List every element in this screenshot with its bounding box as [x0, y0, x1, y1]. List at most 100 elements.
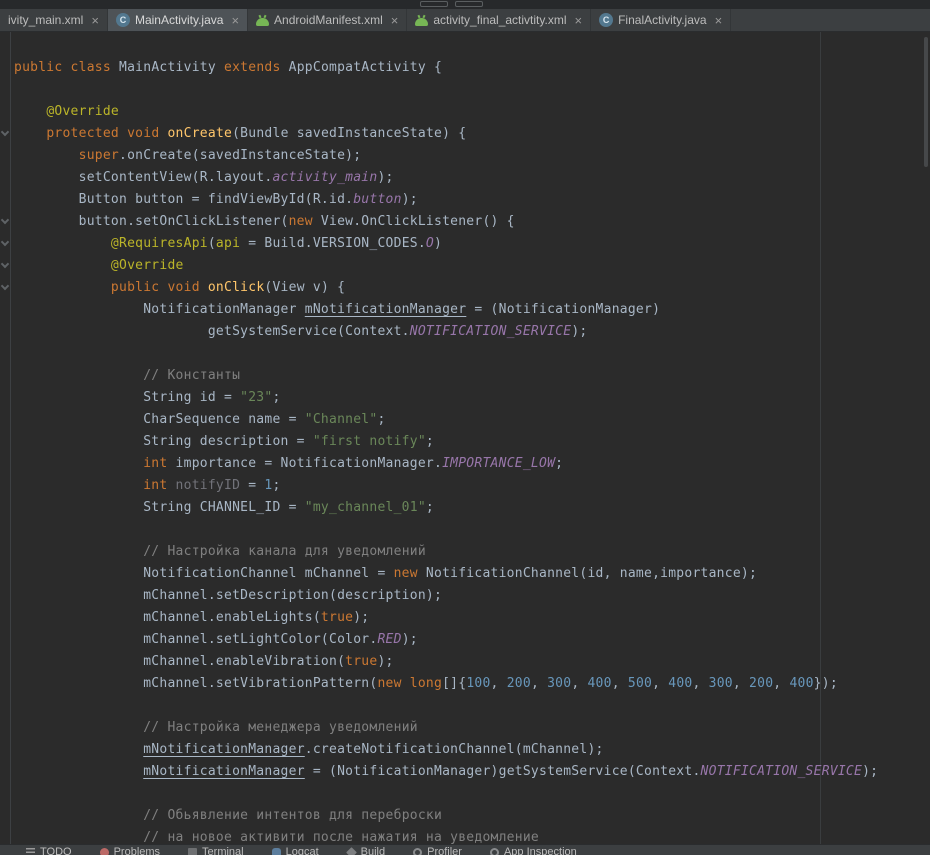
statusbar-item-label: Logcat: [286, 846, 319, 855]
code-token: true: [345, 654, 377, 669]
code-token: mChannel.setLightColor(Color.: [14, 632, 377, 647]
tab-close-icon[interactable]: ×: [91, 14, 99, 27]
code-token: // Настройка менеджера уведомлений: [143, 720, 418, 735]
fold-marker-icon[interactable]: [1, 216, 9, 224]
tab-ivity_main.xml[interactable]: ivity_main.xml×: [0, 9, 108, 31]
code-token: ,: [733, 676, 749, 691]
tab-close-icon[interactable]: ×: [231, 14, 239, 27]
android-icon: [415, 18, 428, 26]
top-toolbar-strip: [0, 0, 930, 9]
code-line: // Настройка канала для уведомлений: [14, 541, 878, 563]
code-token: mNotificationManager: [143, 764, 305, 779]
tab-FinalActivity.java[interactable]: FinalActivity.java×: [591, 9, 731, 31]
code-token: [14, 478, 143, 493]
fold-marker-icon[interactable]: [1, 128, 9, 136]
statusbar-item-terminal[interactable]: Terminal: [188, 846, 244, 855]
statusbar-item-profiler[interactable]: Profiler: [413, 846, 462, 855]
statusbar-item-problems[interactable]: Problems: [100, 846, 160, 855]
code-token: @RequiresApi: [111, 236, 208, 251]
tab-close-icon[interactable]: ×: [391, 14, 399, 27]
code-token: =: [240, 478, 264, 493]
code-token: ): [434, 236, 442, 251]
code-token: 400: [668, 676, 692, 691]
code-token: getSystemService(Context.: [14, 324, 410, 339]
code-line: button.setOnClickListener(new View.OnCli…: [14, 211, 878, 233]
code-token: = Build.VERSION_CODES.: [240, 236, 426, 251]
code-token: RED: [377, 632, 401, 647]
code-token: NotificationManager: [14, 302, 305, 317]
code-token: = (NotificationManager)getSystemService(…: [305, 764, 701, 779]
statusbar-item-label: TODO: [40, 846, 72, 855]
code-token: mChannel.enableLights(: [14, 610, 321, 625]
terminal-icon: [188, 848, 197, 855]
code-token: [14, 148, 79, 163]
code-token: AppCompatActivity {: [281, 60, 443, 75]
code-token: 300: [547, 676, 571, 691]
tab-close-icon[interactable]: ×: [715, 14, 723, 27]
editor-scrollbar[interactable]: [924, 37, 928, 167]
code-token: 400: [587, 676, 611, 691]
code-token: "Channel": [305, 412, 378, 427]
code-token: ;: [377, 412, 385, 427]
statusbar-item-todo[interactable]: TODO: [26, 846, 72, 855]
statusbar-item-app-inspection[interactable]: App Inspection: [490, 846, 577, 855]
code-token: 200: [507, 676, 531, 691]
statusbar-item-label: Profiler: [427, 846, 462, 855]
code-token: [14, 258, 111, 273]
code-token: [14, 280, 111, 295]
code-token: Button button = findViewById(R.id.: [14, 192, 353, 207]
fold-marker-icon[interactable]: [1, 282, 9, 290]
java-class-icon: [116, 13, 130, 27]
code-token: mChannel.setVibrationPattern(: [14, 676, 377, 691]
code-token: NOTIFICATION_SERVICE: [701, 764, 863, 779]
code-token: [14, 126, 46, 141]
code-token: long: [410, 676, 442, 691]
tab-MainActivity.java[interactable]: MainActivity.java×: [108, 9, 248, 31]
tab-activity_final_activtity.xml[interactable]: activity_final_activtity.xml×: [407, 9, 591, 31]
fold-marker-icon[interactable]: [1, 238, 9, 246]
code-token: ,: [652, 676, 668, 691]
fold-marker-icon[interactable]: [1, 260, 9, 268]
code-line: @Override: [14, 101, 878, 123]
code-line: mNotificationManager.createNotificationC…: [14, 739, 878, 761]
code-line: mChannel.enableLights(true);: [14, 607, 878, 629]
code-line: String CHANNEL_ID = "my_channel_01";: [14, 497, 878, 519]
tab-label: AndroidManifest.xml: [274, 13, 383, 27]
tab-AndroidManifest.xml[interactable]: AndroidManifest.xml ×: [248, 9, 407, 31]
code-line: setContentView(R.layout.activity_main);: [14, 167, 878, 189]
code-token: ;: [426, 500, 434, 515]
code-token: 200: [749, 676, 773, 691]
code-line: String id = "23";: [14, 387, 878, 409]
code-token: 500: [628, 676, 652, 691]
code-token: "first notify": [313, 434, 426, 449]
code-token: 100: [466, 676, 490, 691]
code-token: IMPORTANCE_LOW: [442, 456, 555, 471]
code-line: [14, 783, 878, 805]
logcat-icon: [272, 848, 281, 855]
code-line: // Константы: [14, 365, 878, 387]
code-token: api: [216, 236, 240, 251]
toolbar-button-cropped[interactable]: [420, 1, 448, 7]
code-token: new: [377, 676, 401, 691]
code-token: O: [426, 236, 434, 251]
code-token: [14, 104, 46, 119]
toolbar-button-cropped[interactable]: [455, 1, 483, 7]
code-editor[interactable]: public class MainActivity extends AppCom…: [14, 57, 878, 844]
tab-close-icon[interactable]: ×: [575, 14, 583, 27]
code-token: @Override: [111, 258, 184, 273]
code-token: [200, 280, 208, 295]
code-line: [14, 79, 878, 101]
statusbar-item-build[interactable]: Build: [347, 846, 385, 855]
code-line: // на новое активити после нажатия на ув…: [14, 827, 878, 844]
code-token: notifyID: [176, 478, 241, 493]
code-token: @Override: [46, 104, 119, 119]
code-token: class: [71, 60, 111, 75]
code-token: );: [571, 324, 587, 339]
code-token: []{: [442, 676, 466, 691]
code-line: int notifyID = 1;: [14, 475, 878, 497]
code-token: mChannel.enableVibration(: [14, 654, 345, 669]
code-token: [14, 808, 143, 823]
statusbar-item-logcat[interactable]: Logcat: [272, 846, 319, 855]
code-token: .onCreate(savedInstanceState);: [119, 148, 361, 163]
code-line: super.onCreate(savedInstanceState);: [14, 145, 878, 167]
